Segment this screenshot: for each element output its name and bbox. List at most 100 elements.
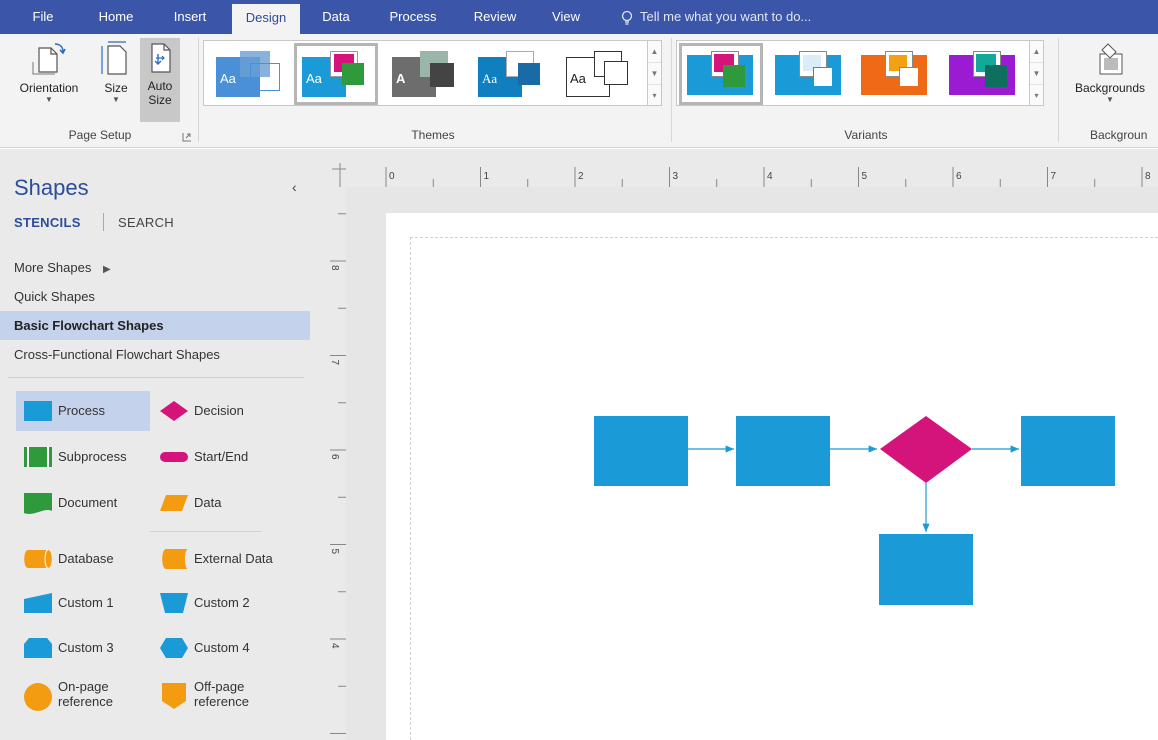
dialog-launcher-icon[interactable] <box>182 132 192 142</box>
off-page-reference-icon <box>162 683 186 709</box>
shape-document[interactable]: Document <box>16 483 150 523</box>
tab-file[interactable]: File <box>18 0 68 34</box>
on-page-reference-icon <box>24 683 52 711</box>
variants-group-label: Variants <box>844 128 888 142</box>
shape-data[interactable]: Data <box>152 483 286 523</box>
shape-label-line-2: reference <box>58 694 113 709</box>
theme-thumb-5[interactable]: Aa <box>560 45 640 103</box>
stencil-quick-shapes[interactable]: Quick Shapes <box>0 282 310 311</box>
themes-gallery: Aa Aa A Aa Aa <box>203 40 648 106</box>
tab-data[interactable]: Data <box>314 0 358 34</box>
scroll-down-icon[interactable]: ▼ <box>648 63 661 85</box>
shape-label: Custom 3 <box>58 640 114 655</box>
group-separator <box>198 38 199 142</box>
stencil-more-shapes[interactable]: More Shapes ▶ <box>0 253 310 282</box>
orientation-label: Orientation <box>19 81 79 95</box>
themes-group-label: Themes <box>411 128 455 142</box>
variant-thumb-1[interactable] <box>679 43 763 105</box>
shape-subprocess[interactable]: Subprocess <box>16 437 150 477</box>
process-shape-4[interactable] <box>879 534 973 605</box>
variant-thumb-2[interactable] <box>769 45 849 103</box>
size-icon <box>101 41 127 75</box>
shape-external-data[interactable]: External Data <box>152 539 286 579</box>
collapse-pane-button[interactable]: ‹ <box>292 179 297 195</box>
scroll-down-icon[interactable]: ▼ <box>1030 63 1043 85</box>
ruler-number: 5 <box>329 549 340 555</box>
theme-thumb-3[interactable]: A <box>386 45 466 103</box>
tab-process[interactable]: Process <box>376 0 450 34</box>
variants-scroll[interactable]: ▲ ▼ ▾ <box>1030 40 1044 106</box>
group-separator <box>671 38 672 142</box>
shape-start-end[interactable]: Start/End <box>152 437 286 477</box>
horizontal-ruler: 0 1 2 3 4 5 6 7 8 <box>346 149 1158 187</box>
more-icon[interactable]: ▾ <box>1030 85 1043 107</box>
process-shape-3[interactable] <box>1021 416 1115 486</box>
tab-stencils[interactable]: STENCILS <box>14 215 81 230</box>
backgrounds-label: Backgrounds <box>1074 81 1146 95</box>
process-shape-2[interactable] <box>736 416 830 486</box>
shape-off-page-reference[interactable]: Off-page reference <box>152 675 286 715</box>
horizontal-ruler-ticks: 0 1 2 3 4 5 6 7 8 <box>385 167 1151 187</box>
shape-label: Custom 4 <box>194 640 250 655</box>
stencil-cross-functional[interactable]: Cross-Functional Flowchart Shapes <box>0 340 310 369</box>
more-icon[interactable]: ▾ <box>648 85 661 107</box>
start-end-icon <box>160 452 188 462</box>
page-setup-group-label: Page Setup <box>68 128 132 142</box>
themes-scroll[interactable]: ▲ ▼ ▾ <box>648 40 662 106</box>
pane-divider <box>8 377 304 378</box>
ruler-number: 7 <box>1051 171 1057 182</box>
shape-custom-2[interactable]: Custom 2 <box>152 583 286 623</box>
stencil-basic-flowchart[interactable]: Basic Flowchart Shapes <box>0 311 310 340</box>
shape-label: Subprocess <box>58 449 127 464</box>
shape-label: Decision <box>194 403 244 418</box>
shape-label-line-1: Off-page <box>194 679 245 694</box>
ruler-number: 2 <box>578 171 584 182</box>
shape-custom-3[interactable]: Custom 3 <box>16 628 150 668</box>
shape-label: Start/End <box>194 449 249 464</box>
drawing-page[interactable] <box>386 213 1158 740</box>
ruler-number: 3 <box>673 171 679 182</box>
theme-thumb-1[interactable]: Aa <box>210 45 290 103</box>
theme-thumb-4[interactable]: Aa <box>472 45 552 103</box>
variants-gallery <box>676 40 1030 106</box>
variant-thumb-4[interactable] <box>943 45 1023 103</box>
size-button[interactable]: Size ▼ <box>96 40 136 105</box>
variant-thumb-3[interactable] <box>855 45 935 103</box>
auto-size-label-1: Auto <box>147 79 173 93</box>
process-shape-1[interactable] <box>594 416 688 486</box>
custom-4-icon <box>160 638 188 658</box>
tab-search[interactable]: SEARCH <box>118 215 174 230</box>
shape-label: Document <box>58 495 118 510</box>
custom-3-icon <box>24 638 52 658</box>
decision-shape[interactable] <box>880 416 972 483</box>
tab-design[interactable]: Design <box>232 4 300 34</box>
ruler-number: 6 <box>956 171 962 182</box>
theme-5-aa: Aa <box>570 71 586 86</box>
theme-thumb-2[interactable]: Aa <box>294 43 378 105</box>
shape-label-line-1: On-page <box>58 679 109 694</box>
auto-size-button[interactable]: Auto Size <box>140 38 180 122</box>
shape-process[interactable]: Process <box>16 391 150 431</box>
tab-home[interactable]: Home <box>86 0 146 34</box>
scroll-up-icon[interactable]: ▲ <box>648 41 661 63</box>
tell-me-text: Tell me what you want to do... <box>640 9 812 24</box>
shape-database[interactable]: Database <box>16 539 150 579</box>
process-icon <box>24 401 52 421</box>
shape-decision[interactable]: Decision <box>152 391 286 431</box>
orientation-button[interactable]: Orientation ▼ <box>8 40 90 105</box>
shapes-pane: Shapes ‹ STENCILS SEARCH More Shapes ▶ Q… <box>0 149 312 740</box>
tab-view[interactable]: View <box>540 0 592 34</box>
shape-on-page-reference[interactable]: On-page reference <box>16 675 150 715</box>
shape-label: On-page reference <box>58 679 113 709</box>
scroll-up-icon[interactable]: ▲ <box>1030 41 1043 63</box>
tell-me-search[interactable]: Tell me what you want to do... <box>620 0 811 34</box>
drawing-canvas[interactable] <box>346 187 1158 740</box>
tab-insert[interactable]: Insert <box>160 0 220 34</box>
shape-custom-4[interactable]: Custom 4 <box>152 628 286 668</box>
shape-label: Process <box>58 403 105 418</box>
ruler-corner <box>312 149 346 187</box>
ruler-number: 6 <box>329 454 340 460</box>
shape-custom-1[interactable]: Custom 1 <box>16 583 150 623</box>
tab-review[interactable]: Review <box>462 0 528 34</box>
backgrounds-button[interactable]: Backgrounds ▼ <box>1062 40 1158 105</box>
